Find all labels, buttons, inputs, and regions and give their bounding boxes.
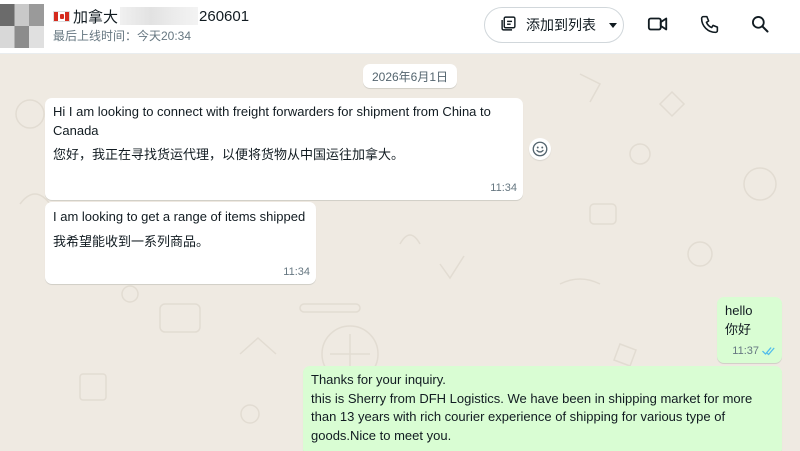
- search-icon[interactable]: [748, 12, 772, 36]
- add-to-list-button[interactable]: 添加到列表: [484, 7, 624, 43]
- avatar[interactable]: [0, 4, 44, 48]
- contact-name-redacted: [120, 7, 199, 25]
- conversation-panel[interactable]: 2026年6月1日 Hi I am looking to connect wit…: [0, 54, 800, 451]
- contact-name-suffix: 260601: [199, 7, 250, 25]
- caret-down-icon: [608, 17, 618, 33]
- outgoing-message[interactable]: hello 你好 11:37: [717, 297, 782, 363]
- double-check-icon: [762, 346, 776, 356]
- message-translation: 您好，我正在寻找货运代理，以便将货物从中国运往加拿大。: [53, 147, 405, 162]
- add-to-list-label: 添加到列表: [526, 17, 596, 33]
- message-time: 11:34: [283, 265, 310, 278]
- message-text: Hi I am looking to connect with freight …: [53, 104, 491, 138]
- contact-info[interactable]: 加拿大 260601 最后上线时间：今天20:34: [53, 6, 249, 44]
- emoji-icon[interactable]: [529, 138, 551, 160]
- outgoing-message[interactable]: Thanks for your inquiry. this is Sherry …: [303, 366, 782, 451]
- canada-flag-icon: [53, 10, 70, 22]
- incoming-message[interactable]: Hi I am looking to connect with freight …: [45, 98, 523, 200]
- last-seen-status: 最后上线时间：今天20:34: [53, 29, 192, 43]
- message-text-line1: Thanks for your inquiry.: [311, 372, 446, 387]
- video-camera-icon[interactable]: [646, 12, 670, 36]
- message-meta: 11:37: [732, 342, 776, 361]
- list-add-icon: [500, 15, 517, 35]
- message-text: hello: [725, 303, 753, 318]
- date-divider: 2026年6月1日: [363, 64, 457, 88]
- contact-name-prefix: 加拿大: [73, 8, 119, 26]
- incoming-message[interactable]: I am looking to get a range of items shi…: [45, 202, 316, 284]
- message-translation: 你好: [725, 321, 752, 337]
- message-time: 11:34: [490, 181, 517, 194]
- message-text: I am looking to get a range of items shi…: [53, 209, 306, 224]
- message-text-line2: this is Sherry from DFH Logistics. We ha…: [311, 390, 753, 443]
- message-time: 11:37: [732, 344, 759, 357]
- chat-header: 加拿大 260601 最后上线时间：今天20:34 添加到列表: [0, 0, 800, 54]
- phone-icon[interactable]: [697, 12, 721, 36]
- message-translation: 我希望能收到一系列商品。: [53, 233, 210, 249]
